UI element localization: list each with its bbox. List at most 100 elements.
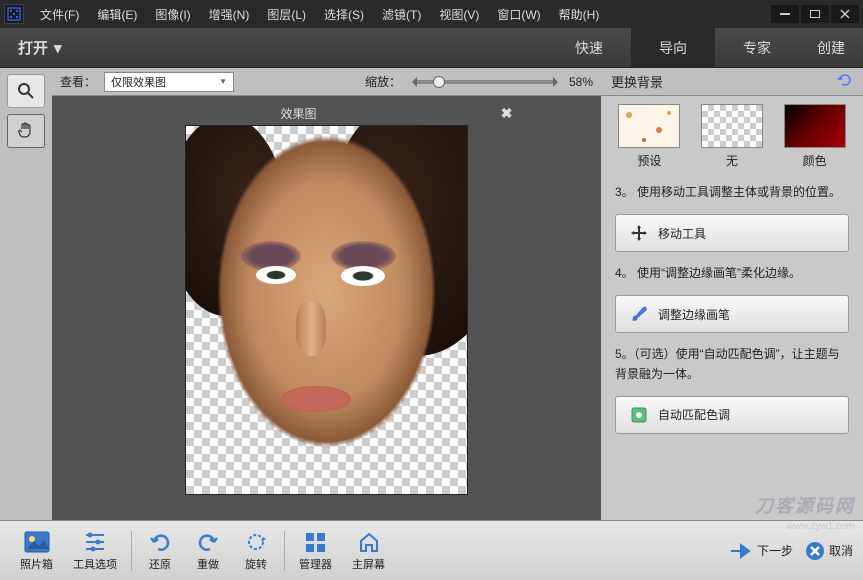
organizer-label: 管理器	[299, 556, 332, 572]
refine-brush-button[interactable]: 调整边缘画笔	[615, 295, 849, 333]
open-label: 打开	[18, 37, 48, 58]
bg-option-color[interactable]: 颜色	[778, 104, 851, 169]
zoom-slider-thumb[interactable]	[433, 76, 445, 88]
separator	[131, 531, 132, 571]
step5-text: 5。（可选）使用“自动匹配色调”，让主题与背景融为一体。	[601, 339, 863, 389]
menu-edit[interactable]: 编辑(E)	[89, 2, 145, 27]
rotate-button[interactable]: 旋转	[232, 530, 280, 572]
titlebar: 文件(F) 编辑(E) 图像(I) 增强(N) 图层(L) 选择(S) 滤镜(T…	[0, 0, 863, 28]
step4-text: 4。 使用“调整边缘画笔”柔化边缘。	[601, 258, 863, 289]
canvas-close-icon[interactable]: ✖	[501, 105, 513, 122]
tooloptions-icon	[81, 530, 109, 554]
main-area: 查看： 仅限效果图 缩放： 58% 效果图 ✖	[0, 68, 863, 520]
menu-help[interactable]: 帮助(H)	[551, 2, 608, 27]
panel-title: 更换背景	[611, 72, 663, 91]
auto-tone-label: 自动匹配色调	[658, 406, 730, 423]
move-tool-label: 移动工具	[658, 225, 706, 242]
minimize-button[interactable]	[771, 5, 799, 23]
undo-label: 还原	[149, 556, 171, 572]
zoom-label: 缩放：	[365, 73, 401, 90]
menubar: 文件(F) 编辑(E) 图像(I) 增强(N) 图层(L) 选择(S) 滤镜(T…	[32, 2, 771, 27]
home-icon	[355, 530, 383, 554]
menu-filter[interactable]: 滤镜(T)	[374, 2, 429, 27]
mode-quick[interactable]: 快速	[547, 28, 631, 68]
bg-color-label: 颜色	[803, 154, 827, 168]
move-icon	[630, 224, 648, 242]
canvas-label: 效果图	[281, 105, 317, 122]
canvas-header: 效果图 ✖	[141, 102, 513, 125]
organizer-icon	[302, 530, 330, 554]
menu-enhance[interactable]: 增强(N)	[201, 2, 258, 27]
photobin-icon	[23, 530, 51, 554]
bottom-bar: 照片箱 工具选项 还原 重做 旋转 管理器 主屏幕 下一步 取消	[0, 520, 863, 580]
view-label: 查看：	[60, 73, 96, 90]
menu-image[interactable]: 图像(I)	[147, 2, 198, 27]
bg-none-thumb[interactable]	[701, 104, 763, 148]
cancel-label: 取消	[829, 542, 853, 559]
options-bar: 查看： 仅限效果图 缩放： 58%	[52, 68, 601, 96]
view-dropdown-value: 仅限效果图	[111, 74, 166, 90]
home-label: 主屏幕	[352, 556, 385, 572]
next-button[interactable]: 下一步	[729, 541, 793, 561]
mode-toolbar: 打开 ▾ 快速 导向 专家 创建	[0, 28, 863, 68]
mode-guided[interactable]: 导向	[631, 28, 715, 68]
undo-button[interactable]: 还原	[136, 530, 184, 572]
open-button[interactable]: 打开 ▾	[0, 31, 80, 64]
center-area: 查看： 仅限效果图 缩放： 58% 效果图 ✖	[52, 68, 601, 520]
tooloptions-button[interactable]: 工具选项	[63, 530, 127, 572]
zoom-value: 58%	[569, 75, 593, 89]
auto-tone-button[interactable]: 自动匹配色调	[615, 396, 849, 434]
bg-preset-thumb[interactable]	[618, 104, 680, 148]
bg-option-preset[interactable]: 预设	[613, 104, 686, 169]
view-dropdown[interactable]: 仅限效果图	[104, 72, 234, 92]
zoom-tool[interactable]	[7, 74, 45, 108]
cancel-icon	[805, 541, 825, 561]
separator	[284, 531, 285, 571]
window-controls	[771, 5, 859, 23]
zoom-slider[interactable]	[415, 80, 555, 84]
tooloptions-label: 工具选项	[73, 556, 117, 572]
menu-window[interactable]: 窗口(W)	[489, 2, 548, 27]
right-panel: 更换背景 预设 无 颜色 3。 使用移动工具调整主体或背景的位置。 移动工具	[601, 68, 863, 520]
rotate-icon	[242, 530, 270, 554]
organizer-button[interactable]: 管理器	[289, 530, 342, 572]
app-icon	[4, 4, 24, 24]
tone-icon	[630, 406, 648, 424]
hand-tool[interactable]	[7, 114, 45, 148]
refine-brush-label: 调整边缘画笔	[658, 306, 730, 323]
redo-label: 重做	[197, 556, 219, 572]
step3-text: 3。 使用移动工具调整主体或背景的位置。	[601, 177, 863, 208]
menu-file[interactable]: 文件(F)	[32, 2, 87, 27]
close-button[interactable]	[831, 5, 859, 23]
canvas-area: 效果图 ✖	[52, 96, 601, 520]
create-button[interactable]: 创建	[799, 28, 863, 68]
menu-layer[interactable]: 图层(L)	[259, 2, 314, 27]
reset-icon[interactable]	[837, 72, 853, 91]
maximize-button[interactable]	[801, 5, 829, 23]
menu-select[interactable]: 选择(S)	[316, 2, 372, 27]
bg-color-thumb[interactable]	[784, 104, 846, 148]
panel-header: 更换背景	[601, 68, 863, 96]
undo-icon	[146, 530, 174, 554]
home-button[interactable]: 主屏幕	[342, 530, 395, 572]
bg-none-label: 无	[726, 154, 738, 168]
brush-icon	[630, 305, 648, 323]
photobin-button[interactable]: 照片箱	[10, 530, 63, 572]
background-options: 预设 无 颜色	[601, 96, 863, 177]
arrow-right-icon	[729, 541, 753, 561]
canvas[interactable]	[185, 125, 468, 495]
move-tool-button[interactable]: 移动工具	[615, 214, 849, 252]
bottom-right: 下一步 取消	[729, 541, 853, 561]
mode-expert[interactable]: 专家	[715, 28, 799, 68]
menu-view[interactable]: 视图(V)	[431, 2, 487, 27]
chevron-down-icon: ▾	[54, 39, 62, 57]
mode-tabs: 快速 导向 专家	[547, 28, 799, 68]
redo-button[interactable]: 重做	[184, 530, 232, 572]
left-toolbox	[0, 68, 52, 520]
photobin-label: 照片箱	[20, 556, 53, 572]
bg-option-none[interactable]: 无	[696, 104, 769, 169]
next-label: 下一步	[757, 542, 793, 559]
bg-preset-label: 预设	[637, 154, 661, 168]
cancel-button[interactable]: 取消	[805, 541, 853, 561]
rotate-label: 旋转	[245, 556, 267, 572]
